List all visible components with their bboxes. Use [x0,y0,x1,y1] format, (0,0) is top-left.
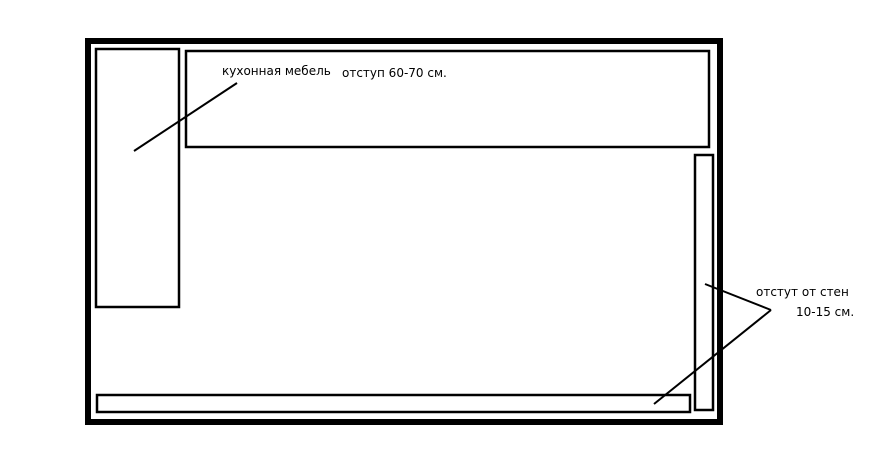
kitchen-furniture-label: кухонная мебель [222,64,331,78]
kitchen-furniture-left-block [94,47,181,309]
wall-offset-bottom-strip [95,393,692,414]
wall-offset-right-strip [693,153,715,412]
furniture-offset-label: отступ 60-70 см. [342,66,447,80]
wall-offset-label-line2: 10-15 см. [796,305,855,319]
room-outer-wall [85,38,723,425]
wall-offset-label-line1: отстут от стен [756,285,849,299]
